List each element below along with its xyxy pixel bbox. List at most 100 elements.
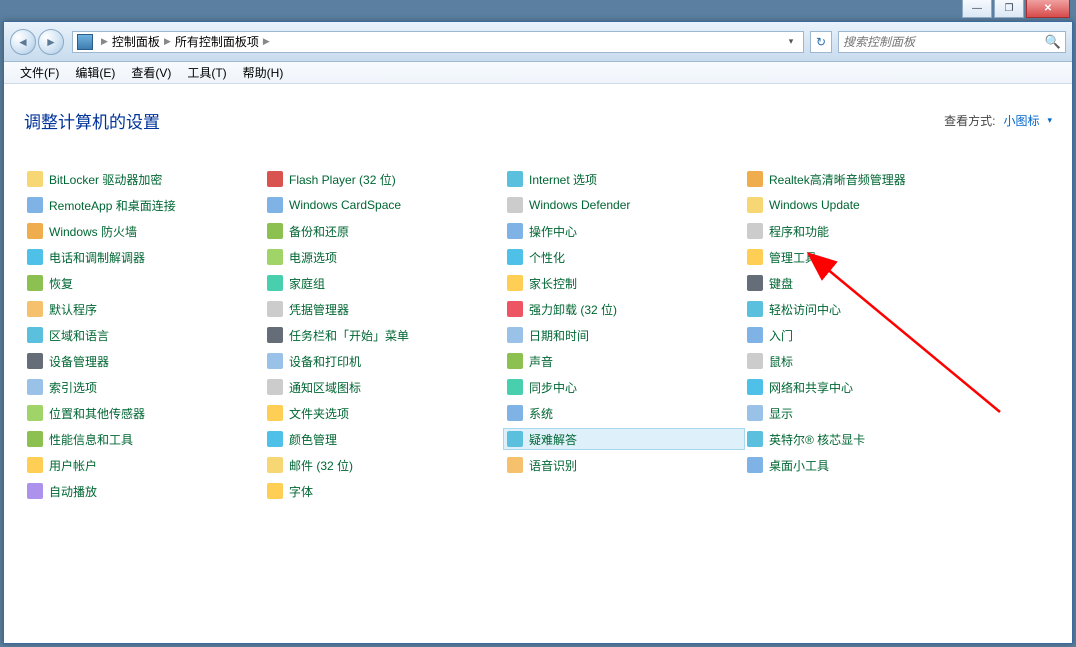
search-icon[interactable]: 🔍 bbox=[1045, 34, 1061, 50]
cp-item-label: 鼠标 bbox=[769, 353, 793, 370]
cp-item-device-manager[interactable]: 设备管理器 bbox=[24, 351, 264, 371]
cp-item-getting-started[interactable]: 入门 bbox=[744, 325, 984, 345]
breadcrumb-part[interactable]: 控制面板 bbox=[112, 33, 160, 50]
ease-of-access-icon bbox=[747, 301, 763, 317]
cp-item-label: 区域和语言 bbox=[49, 327, 109, 344]
cp-item-ease-of-access[interactable]: 轻松访问中心 bbox=[744, 299, 984, 319]
cp-item-flash-player[interactable]: Flash Player (32 位) bbox=[264, 169, 504, 189]
cp-item-label: 轻松访问中心 bbox=[769, 301, 841, 318]
chevron-right-icon: ▶ bbox=[101, 36, 108, 47]
control-panel-items-grid: BitLocker 驱动器加密Flash Player (32 位) Intern… bbox=[24, 169, 1052, 501]
forward-button[interactable]: ► bbox=[38, 29, 64, 55]
menu-help[interactable]: 帮助(H) bbox=[235, 64, 292, 81]
cp-item-credential-manager[interactable]: 凭据管理器 bbox=[264, 299, 504, 319]
cp-item-sound[interactable]: 声音 bbox=[504, 351, 744, 371]
chevron-down-icon[interactable]: ▾ bbox=[1047, 115, 1052, 126]
cp-item-notification-icons[interactable]: 通知区域图标 bbox=[264, 377, 504, 397]
cp-item-date-time[interactable]: 日期和时间 bbox=[504, 325, 744, 345]
cp-item-indexing[interactable]: 索引选项 bbox=[24, 377, 264, 397]
cp-item-parental-controls[interactable]: 家长控制 bbox=[504, 273, 744, 293]
nav-buttons: ◄ ► bbox=[10, 29, 64, 55]
cp-item-backup-restore[interactable]: 备份和还原 bbox=[264, 221, 504, 241]
breadcrumb-part[interactable]: 所有控制面板项 bbox=[175, 33, 259, 50]
cp-item-label: 默认程序 bbox=[49, 301, 97, 318]
cp-item-internet-options[interactable]: Internet 选项 bbox=[504, 169, 744, 189]
cp-item-windows-update[interactable]: Windows Update bbox=[744, 195, 984, 215]
view-mode-value[interactable]: 小图标 bbox=[1003, 112, 1039, 129]
cp-item-taskbar-start[interactable]: 任务栏和「开始」菜单 bbox=[264, 325, 504, 345]
cp-item-personalization[interactable]: 个性化 bbox=[504, 247, 744, 267]
cp-item-mouse[interactable]: 鼠标 bbox=[744, 351, 984, 371]
cp-item-label: 家长控制 bbox=[529, 275, 577, 292]
cp-item-realtek-audio[interactable]: Realtek高清晰音频管理器 bbox=[744, 169, 984, 189]
cp-item-label: 桌面小工具 bbox=[769, 457, 829, 474]
cp-item-action-center[interactable]: 操作中心 bbox=[504, 221, 744, 241]
personalization-icon bbox=[507, 249, 523, 265]
default-programs-icon bbox=[27, 301, 43, 317]
view-mode-selector[interactable]: 查看方式: 小图标 ▾ bbox=[944, 112, 1052, 129]
cp-item-windows-defender[interactable]: Windows Defender bbox=[504, 195, 744, 215]
cp-item-label: Internet 选项 bbox=[529, 171, 597, 188]
cp-item-label: 位置和其他传感器 bbox=[49, 405, 145, 422]
cp-item-devices-printers[interactable]: 设备和打印机 bbox=[264, 351, 504, 371]
power-options-icon bbox=[267, 249, 283, 265]
cp-item-autoplay[interactable]: 自动播放 bbox=[24, 481, 264, 501]
cp-item-cardspace[interactable]: Windows CardSpace bbox=[264, 195, 504, 215]
address-dropdown[interactable]: ▾ bbox=[783, 36, 799, 47]
cp-item-network-sharing[interactable]: 网络和共享中心 bbox=[744, 377, 984, 397]
cp-item-label: RemoteApp 和桌面连接 bbox=[49, 197, 176, 214]
menu-edit[interactable]: 编辑(E) bbox=[67, 64, 123, 81]
action-center-icon bbox=[507, 223, 523, 239]
cp-item-keyboard[interactable]: 键盘 bbox=[744, 273, 984, 293]
close-button[interactable]: ✕ bbox=[1026, 0, 1070, 18]
cp-item-programs-features[interactable]: 程序和功能 bbox=[744, 221, 984, 241]
cp-item-phone-modem[interactable]: 电话和调制解调器 bbox=[24, 247, 264, 267]
recovery-icon bbox=[27, 275, 43, 291]
menu-tools[interactable]: 工具(T) bbox=[179, 64, 234, 81]
remoteapp-icon bbox=[27, 197, 43, 213]
maximize-button[interactable]: ❐ bbox=[994, 0, 1024, 18]
speech-icon bbox=[507, 457, 523, 473]
cp-item-display[interactable]: 显示 bbox=[744, 403, 984, 423]
folder-options-icon bbox=[267, 405, 283, 421]
getting-started-icon bbox=[747, 327, 763, 343]
minimize-button[interactable]: — bbox=[962, 0, 992, 18]
search-input[interactable] bbox=[843, 35, 1045, 49]
cp-item-region-language[interactable]: 区域和语言 bbox=[24, 325, 264, 345]
cp-item-intel-graphics[interactable]: 英特尔® 核芯显卡 bbox=[744, 429, 984, 449]
cp-item-fonts[interactable]: 字体 bbox=[264, 481, 504, 501]
address-bar[interactable]: ▶ 控制面板 ▶ 所有控制面板项 ▶ ▾ bbox=[72, 31, 804, 53]
cp-item-mail-32[interactable]: 邮件 (32 位) bbox=[264, 455, 504, 475]
cp-item-bitlocker[interactable]: BitLocker 驱动器加密 bbox=[24, 169, 264, 189]
cp-item-label: 声音 bbox=[529, 353, 553, 370]
notification-icons-icon bbox=[267, 379, 283, 395]
color-management-icon bbox=[267, 431, 283, 447]
cp-item-folder-options[interactable]: 文件夹选项 bbox=[264, 403, 504, 423]
cp-item-desktop-gadgets[interactable]: 桌面小工具 bbox=[744, 455, 984, 475]
cp-item-force-uninstall[interactable]: 强力卸载 (32 位) bbox=[504, 299, 744, 319]
cp-item-admin-tools[interactable]: 管理工具 bbox=[744, 247, 984, 267]
cp-item-firewall[interactable]: Windows 防火墙 bbox=[24, 221, 264, 241]
menu-view[interactable]: 查看(V) bbox=[123, 64, 179, 81]
cp-item-troubleshoot[interactable]: 疑难解答 bbox=[504, 429, 744, 449]
cp-item-speech[interactable]: 语音识别 bbox=[504, 455, 744, 475]
bitlocker-icon bbox=[27, 171, 43, 187]
refresh-button[interactable]: ↻ bbox=[810, 31, 832, 53]
cp-item-default-programs[interactable]: 默认程序 bbox=[24, 299, 264, 319]
menu-file[interactable]: 文件(F) bbox=[12, 64, 67, 81]
cp-item-sync-center[interactable]: 同步中心 bbox=[504, 377, 744, 397]
cp-item-label: 设备和打印机 bbox=[289, 353, 361, 370]
back-button[interactable]: ◄ bbox=[10, 29, 36, 55]
cp-item-homegroup[interactable]: 家庭组 bbox=[264, 273, 504, 293]
cp-item-location-sensors[interactable]: 位置和其他传感器 bbox=[24, 403, 264, 423]
cp-item-label: 语音识别 bbox=[529, 457, 577, 474]
cp-item-remoteapp[interactable]: RemoteApp 和桌面连接 bbox=[24, 195, 264, 215]
cp-item-performance[interactable]: 性能信息和工具 bbox=[24, 429, 264, 449]
search-bar[interactable]: 🔍 bbox=[838, 31, 1066, 53]
cp-item-user-accounts[interactable]: 用户帐户 bbox=[24, 455, 264, 475]
cp-item-color-management[interactable]: 颜色管理 bbox=[264, 429, 504, 449]
region-language-icon bbox=[27, 327, 43, 343]
cp-item-recovery[interactable]: 恢复 bbox=[24, 273, 264, 293]
cp-item-power-options[interactable]: 电源选项 bbox=[264, 247, 504, 267]
cp-item-system[interactable]: 系统 bbox=[504, 403, 744, 423]
